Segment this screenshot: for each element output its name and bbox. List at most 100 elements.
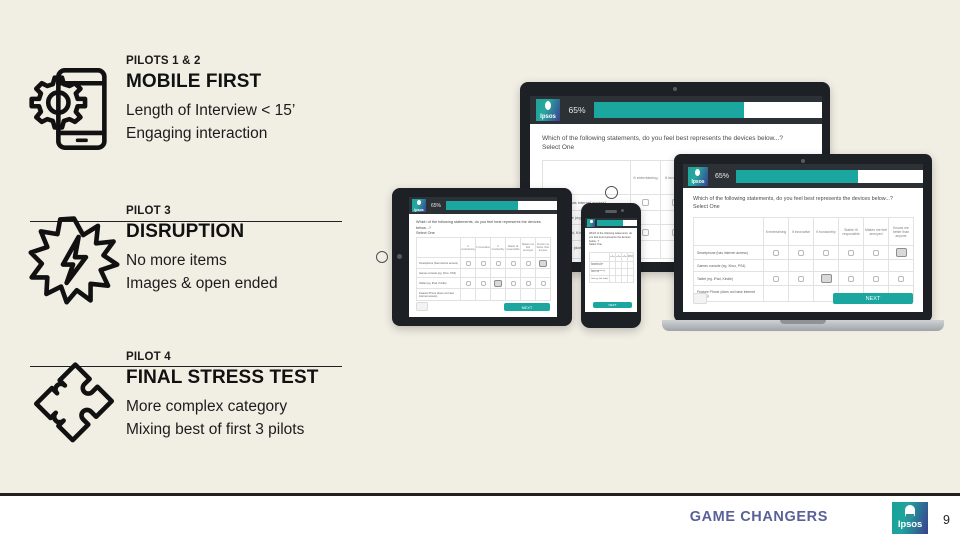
matrix-cell[interactable] <box>536 289 551 301</box>
matrix-cell[interactable] <box>764 286 789 302</box>
matrix-cell[interactable] <box>864 272 889 286</box>
survey-progress-bar <box>446 201 557 210</box>
matrix-cell[interactable] <box>839 260 864 272</box>
survey-header: Ipsos 65% <box>409 197 557 214</box>
table-col-header: Makes me feel annoyed <box>521 238 536 258</box>
matrix-cell[interactable] <box>461 258 476 269</box>
survey-next-button[interactable]: NEXT <box>833 293 913 304</box>
survey-brand-text: Ipsos <box>414 208 424 212</box>
pilot-body-line-2: Engaging interaction <box>126 124 268 142</box>
tagline: GAME CHANGERS <box>689 509 828 525</box>
ipsos-logo: Ipsos <box>892 502 928 534</box>
pilot-headline: FINAL STRESS TEST <box>126 367 319 388</box>
matrix-cell[interactable] <box>521 289 536 301</box>
pilot-kicker: PILOTS 1 & 2 <box>126 55 201 67</box>
survey-next-button[interactable]: NEXT <box>593 302 632 308</box>
table-row: Tablet (eg. iPad, Kindle) <box>590 276 634 283</box>
table-col-header: Stable Hi responsible <box>506 238 521 258</box>
table-row: Smartphone (has internet access) <box>417 258 551 269</box>
survey-progress-label: 65% <box>430 202 441 209</box>
matrix-cell[interactable] <box>764 272 789 286</box>
ipsos-mark-icon <box>905 505 915 520</box>
slide-footer: GAME CHANGERS Ipsos 9 <box>0 496 960 540</box>
matrix-cell[interactable] <box>491 289 506 301</box>
matrix-cell[interactable] <box>628 269 634 276</box>
pilot-body-line-2: Mixing best of first 3 pilots <box>126 420 305 438</box>
matrix-cell[interactable] <box>461 269 476 278</box>
pilot-headline: DISRUPTION <box>126 221 245 242</box>
table-row-label: Games console (eg. Xbox, PS4) <box>694 260 764 272</box>
matrix-cell[interactable] <box>889 272 914 286</box>
matrix-cell[interactable] <box>491 258 506 269</box>
table-col-header: It entertaining <box>631 161 661 195</box>
matrix-cell[interactable] <box>521 269 536 278</box>
table-col-header: Knows me better than anyone <box>536 238 551 258</box>
matrix-cell[interactable] <box>814 246 839 260</box>
matrix-cell[interactable] <box>789 246 814 260</box>
matrix-cell[interactable] <box>536 278 551 289</box>
matrix-cell[interactable] <box>628 276 634 283</box>
matrix-cell[interactable] <box>521 278 536 289</box>
survey-progress-bar <box>597 220 637 226</box>
survey-back-button[interactable] <box>693 293 707 304</box>
survey-progress-label: 65% <box>568 105 586 115</box>
pilot-kicker: PILOT 3 <box>126 205 171 217</box>
matrix-cell[interactable] <box>889 260 914 272</box>
survey-question: Which of the following statements, do yo… <box>542 135 783 152</box>
pilot-headline: MOBILE FIRST <box>126 71 262 92</box>
survey-back-button[interactable] <box>416 302 428 311</box>
matrix-cell[interactable] <box>506 269 521 278</box>
matrix-cell[interactable] <box>491 269 506 278</box>
matrix-cell[interactable] <box>814 260 839 272</box>
matrix-cell[interactable] <box>476 258 491 269</box>
matrix-cell[interactable] <box>476 269 491 278</box>
matrix-cell[interactable] <box>789 272 814 286</box>
phone-home-button[interactable] <box>605 186 618 199</box>
survey-matrix: It entertaining It innovative It trustwo… <box>589 252 634 283</box>
matrix-cell[interactable] <box>506 258 521 269</box>
matrix-cell[interactable] <box>864 246 889 260</box>
matrix-cell-selected[interactable] <box>491 278 506 289</box>
matrix-cell[interactable] <box>461 278 476 289</box>
matrix-cell[interactable] <box>789 286 814 302</box>
table-row: Games console (eg. Xbox, PS4) <box>417 269 551 278</box>
survey-next-button[interactable]: NEXT <box>504 303 550 311</box>
pilot-kicker: PILOT 4 <box>126 351 171 363</box>
matrix-cell[interactable] <box>476 278 491 289</box>
survey-brand-text: Ipsos <box>691 178 705 185</box>
table-header-row: It entertaining It innovative It trustwo… <box>694 218 914 246</box>
matrix-cell-selected[interactable] <box>889 246 914 260</box>
smartphone-gear-icon <box>28 60 120 158</box>
matrix-cell[interactable] <box>461 289 476 301</box>
pilot-body-line-1: No more items <box>126 252 227 269</box>
matrix-cell[interactable] <box>521 258 536 269</box>
table-header-row: It entertaining It innovative It trustwo… <box>417 238 551 258</box>
matrix-cell[interactable] <box>476 289 491 301</box>
table-corner-cell <box>694 218 764 246</box>
matrix-cell[interactable] <box>536 269 551 278</box>
matrix-cell[interactable] <box>789 260 814 272</box>
matrix-cell[interactable] <box>628 262 634 269</box>
matrix-cell[interactable] <box>764 246 789 260</box>
matrix-cell-selected[interactable] <box>814 272 839 286</box>
matrix-cell[interactable] <box>839 246 864 260</box>
matrix-cell[interactable] <box>506 278 521 289</box>
matrix-cell-selected[interactable] <box>536 258 551 269</box>
matrix-cell[interactable] <box>764 260 789 272</box>
survey-brand-text: Ipsos <box>540 114 556 120</box>
table-corner-cell <box>590 253 610 262</box>
table-col-header: Knows me better than anyone <box>889 218 914 246</box>
tablet-home-button[interactable] <box>376 251 388 263</box>
table-row-label: Tablet (eg. iPad, Kindle) <box>417 278 461 289</box>
pilot-body-line-1: More complex category <box>126 398 288 415</box>
table-row-label: Smartphone (has internet access) <box>694 246 764 260</box>
matrix-cell[interactable] <box>839 272 864 286</box>
pilot-item-text: PILOT 3 DISRUPTION No more items Images … <box>126 204 376 295</box>
slide-root: PILOTS 1 & 2 MOBILE FIRST Length of Inte… <box>0 0 960 540</box>
table-col-header: It entertaining <box>461 238 476 258</box>
survey-brand-logo: Ipsos <box>412 199 426 212</box>
matrix-cell[interactable] <box>864 260 889 272</box>
table-col-header: It entertaining <box>764 218 789 246</box>
matrix-cell[interactable] <box>506 289 521 301</box>
table-col-header: Stable Hi responsible <box>839 218 864 246</box>
